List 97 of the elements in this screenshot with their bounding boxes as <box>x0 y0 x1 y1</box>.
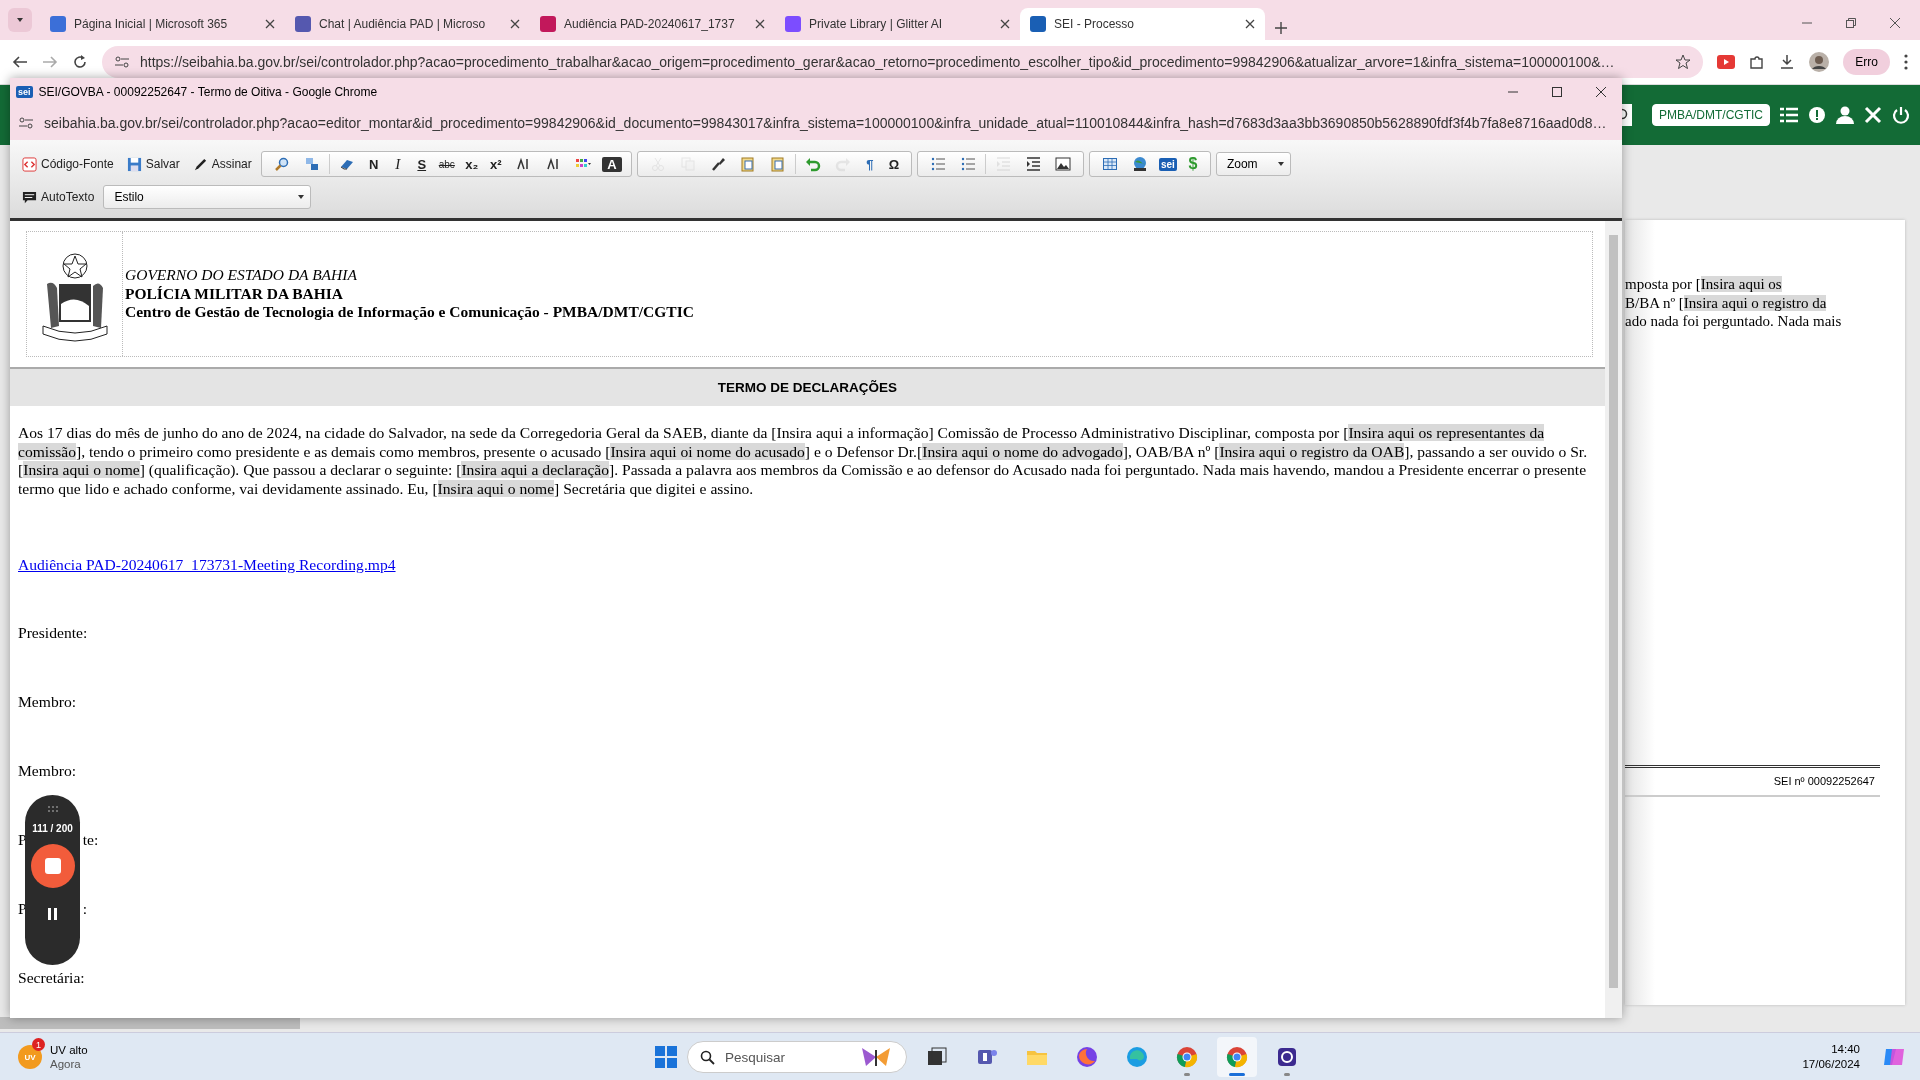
chrome-icon[interactable] <box>1175 1045 1199 1069</box>
user-icon[interactable] <box>1836 106 1854 124</box>
caret-icon <box>298 195 305 199</box>
notification-badge: 1 <box>32 1038 45 1051</box>
format-button[interactable]: A <box>601 156 622 172</box>
signature-label: te: <box>82 831 99 850</box>
preview-text: B/BA nº [Insira aqui o registro da <box>1625 294 1827 311</box>
signature-label: Presidente: <box>18 624 88 643</box>
signature-label: : <box>82 900 88 919</box>
format-button[interactable]: abc <box>434 158 459 170</box>
avatar-icon[interactable] <box>1809 52 1830 72</box>
camera-icon[interactable] <box>1275 1045 1299 1069</box>
window-title: SEI/GOVBA - 00092252647 - Termo de Oitiva - Google Chrome <box>38 84 378 99</box>
format-button[interactable]: Ω <box>882 156 905 172</box>
browser-tab[interactable]: Página Inicial | Microsoft 365 <box>40 8 285 40</box>
signature-label: Membro: <box>18 762 77 781</box>
header-line: GOVERNO DO ESTADO DA BAHIA <box>125 266 358 285</box>
clock-time[interactable]: 14:40 <box>1831 1042 1860 1057</box>
back-arrow-icon[interactable] <box>12 54 28 70</box>
format-button[interactable]: S <box>410 156 433 172</box>
close-icon[interactable] <box>510 19 520 29</box>
menu-icon[interactable] <box>1904 54 1908 70</box>
running-indicator <box>1229 1073 1245 1076</box>
tab-search-button[interactable] <box>8 8 32 32</box>
unit-selector[interactable]: PMBA/DMT/CGTIC <box>1652 104 1770 126</box>
format-button[interactable]: x₂ <box>460 156 483 172</box>
signature-label: Membro: <box>18 693 77 712</box>
maximize-icon[interactable] <box>1552 86 1562 97</box>
extension-icon[interactable] <box>1717 55 1736 69</box>
site-icon <box>540 16 556 32</box>
preview-text: ado nada foi perguntado. Nada mais <box>1625 313 1842 329</box>
site-icon <box>1030 16 1046 32</box>
toolbar-button[interactable]: Assinar <box>188 152 256 176</box>
format-button[interactable]: N <box>362 156 385 172</box>
new-tab-icon[interactable] <box>1275 22 1287 34</box>
running-indicator <box>1284 1073 1290 1076</box>
scrollbar[interactable] <box>1605 221 1622 1018</box>
profile-button[interactable]: Erro <box>1843 49 1890 75</box>
code-icon <box>22 156 37 172</box>
clock-date[interactable]: 17/06/2024 <box>1802 1057 1860 1072</box>
close-icon[interactable] <box>1245 19 1255 29</box>
toolbar-button[interactable]: Código-Fonte <box>18 152 118 176</box>
close-icon[interactable] <box>1890 18 1900 28</box>
search-icon <box>700 1049 715 1065</box>
sei-logo: sei <box>16 85 33 98</box>
browser-tab[interactable]: Audiência PAD-20240617_1737 <box>530 8 775 40</box>
recording-counter: 111 / 200 <box>32 823 73 834</box>
document-number: SEI nº 00092252647 <box>1773 775 1875 787</box>
speech-bubble-icon <box>22 189 37 205</box>
restore-icon[interactable] <box>1846 18 1856 28</box>
tools-icon[interactable] <box>1864 106 1882 124</box>
pen-icon <box>192 156 208 172</box>
close-icon[interactable] <box>1596 86 1606 97</box>
reload-icon[interactable] <box>72 54 88 70</box>
header-line: POLÍCIA MILITAR DA BAHIA <box>125 284 345 304</box>
site-settings-icon[interactable] <box>18 114 34 131</box>
drag-handle-icon[interactable] <box>46 805 59 813</box>
dropdown[interactable]: Estilo <box>103 185 312 209</box>
running-indicator <box>1184 1073 1190 1076</box>
format-button[interactable]: sei <box>1158 157 1177 171</box>
download-icon[interactable] <box>1779 54 1796 70</box>
power-icon[interactable] <box>1892 106 1910 124</box>
format-button[interactable]: I <box>386 155 409 173</box>
site-icon <box>50 16 66 32</box>
format-button[interactable]: x² <box>484 156 507 172</box>
stop-button[interactable] <box>30 844 75 888</box>
browser-tab[interactable]: Chat | Audiência PAD | Microso <box>285 8 530 40</box>
toolbar-button[interactable]: AutoTexto <box>18 185 99 209</box>
preview-text: mposta por [Insira aqui os <box>1625 276 1782 292</box>
dropdown[interactable]: Zoom <box>1215 152 1291 176</box>
site-settings-icon[interactable] <box>114 54 130 70</box>
close-icon[interactable] <box>265 19 275 29</box>
star-icon[interactable] <box>1675 54 1692 70</box>
search-field[interactable]: Pesquisar <box>687 1041 907 1073</box>
close-icon[interactable] <box>755 19 765 29</box>
format-button[interactable]: ¶ <box>858 156 881 172</box>
address-bar[interactable]: https://seibahia.ba.gov.br/sei/controlador.php?acao=procedimento_trabalhar&acao_origem=procedimento_gerar&acao_retorno=procedimento_escolher_tipo&id_procedimento=99842906&atualizar_arvore=1&infra_sistema=100000100&… <box>102 46 1704 78</box>
site-icon <box>295 16 311 32</box>
alert-icon[interactable] <box>1808 106 1826 124</box>
windows-start-icon[interactable] <box>655 1046 677 1068</box>
browser-tab[interactable]: Private Library | Glitter AI <box>775 8 1020 40</box>
browser-tab[interactable]: SEI - Processo <box>1020 8 1265 40</box>
document-heading: TERMO DE DECLARAÇÕES <box>717 380 898 395</box>
caret-icon <box>1277 162 1284 166</box>
weather-title: UV alto <box>50 1043 88 1057</box>
site-icon <box>785 16 801 32</box>
toolbar-button[interactable]: Salvar <box>122 152 184 176</box>
header-line: Centro de Gestão de Tecnologia de Informação e Comunicação - PMBA/DMT/CGTIC <box>125 303 694 322</box>
body-paragraph: Aos 17 dias do mês de junho do ano de 2024, na cidade do Salvador, na sede da Corregedoria Geral da SAEB, diante da [Insira aqui a informação] Comissão de Processo Administrativo Disciplinar, composta por [Insira aqui os representantes da comissão], tendo o primeiro como presidente e as demais como membros, presente o acusado [Insira aqui oi nome do acusado] e o Defensor Dr.[Insira aqui o nome do advogado], OAB/BA nº [Insira aqui o registro da OAB], passando a ser ouvido o Sr. [Insira aqui o nome] (qualificação). Que passou a declarar o seguinte: [Insira aqui a declaração]. Passada a palavra aos membros da Comissão e ao defensor do Acusado nada foi perguntado. Nada mais havendo, mandou a Presidente encerrar o presente termo que lido e achado conforme, vai devidamente assinado. Eu, [Insira aqui o nome] Secretária que digitei e assino. <box>18 424 1589 498</box>
fox-globe-icon[interactable] <box>1075 1045 1099 1069</box>
close-icon[interactable] <box>1000 19 1010 29</box>
puzzle-icon[interactable] <box>1749 54 1766 70</box>
recording-link[interactable]: Audiência PAD-20240617_173731-Meeting Recording.mp4 <box>18 556 396 574</box>
chrome-icon[interactable] <box>1225 1045 1249 1069</box>
list-icon[interactable] <box>1780 107 1798 123</box>
signature-label: Secretária: <box>18 969 85 988</box>
weather-subtitle: Agora <box>50 1057 82 1071</box>
